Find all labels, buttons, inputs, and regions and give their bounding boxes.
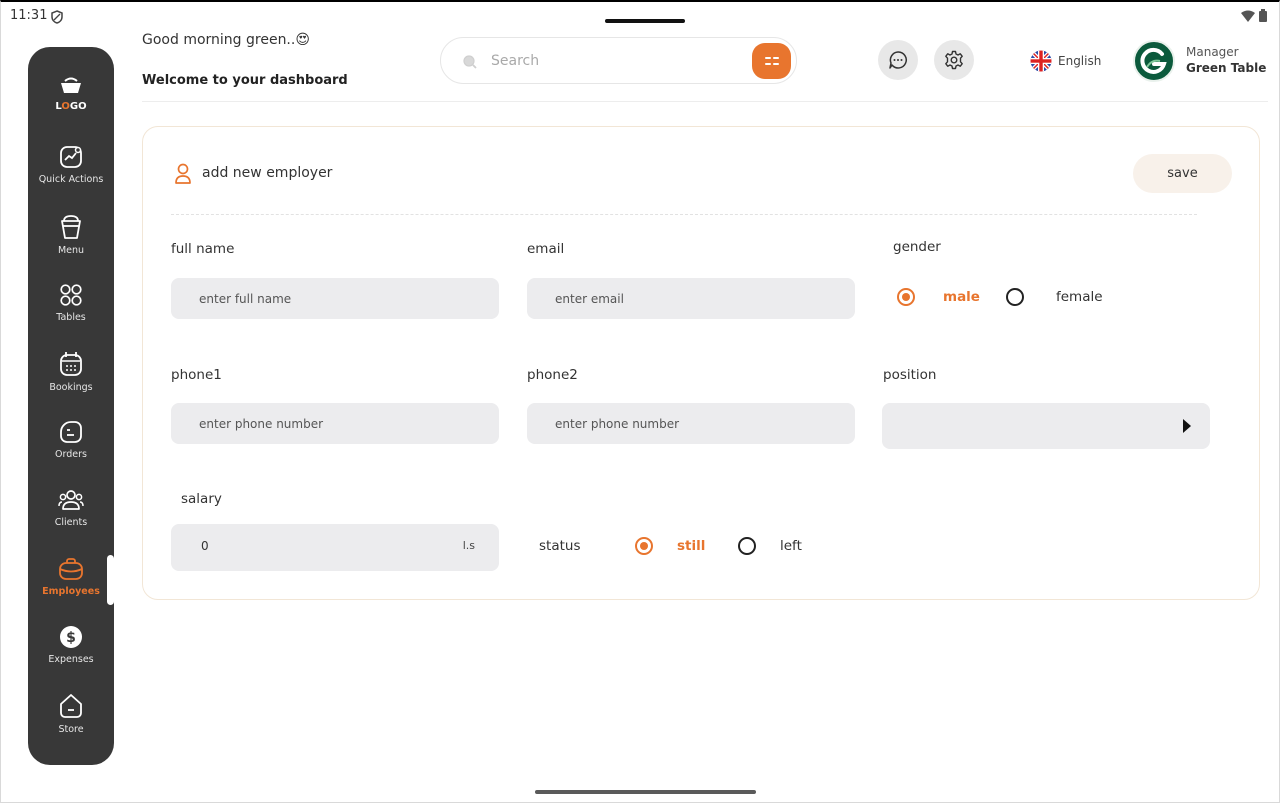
status-left-radio[interactable] [738,537,756,555]
gender-male-label: male [943,289,980,305]
gender-label: gender [893,239,941,255]
uk-flag-icon [1030,50,1052,72]
sidebar-item-store[interactable]: Store [28,693,114,735]
sidebar-item-label: Quick Actions [38,174,104,185]
salary-value: 0 [201,539,209,553]
brand-logo-icon [1140,47,1167,74]
chart-icon [60,146,82,168]
user-icon [175,163,191,184]
gender-male-radio[interactable] [897,288,915,306]
calendar-icon [60,352,82,376]
position-select[interactable] [882,403,1210,449]
status-label: status [539,538,581,554]
status-time: 11:31 [10,8,48,23]
logo-text: LOGO [55,101,87,112]
save-button[interactable]: save [1133,154,1232,193]
greeting-text: Good morning green..😍 [142,32,310,48]
search-bar [440,37,797,84]
header-divider [142,101,1268,102]
sidebar-item-tables[interactable]: Tables [28,283,114,323]
sidebar-item-label: Employees [42,586,100,597]
battery-icon [1259,9,1267,22]
status-bar: 11:31 [1,2,1280,32]
currency-unit: l.s [462,539,475,552]
salary-label: salary [181,491,222,507]
chevron-right-icon [1183,419,1191,433]
cup-logo-icon [61,77,81,93]
orders-icon [60,421,82,443]
store-icon [60,694,82,718]
shield-icon [51,9,63,28]
avatar[interactable] [1133,40,1175,82]
position-label: position [883,367,937,383]
sidebar-item-clients[interactable]: Clients [28,488,114,528]
svg-text:$: $ [66,630,76,646]
email-input[interactable] [527,278,855,319]
sidebar-item-label: Orders [55,449,87,460]
clients-icon [58,490,84,510]
messages-button[interactable] [878,40,918,80]
status-icons [1241,9,1267,22]
phone2-input[interactable] [527,403,855,444]
filter-button[interactable] [752,43,791,79]
active-indicator [107,555,114,605]
sidebar-item-quick-actions[interactable]: Quick Actions [28,145,114,185]
sidebar: LOGO Quick Actions Menu Tables Bookings … [28,47,114,765]
add-employee-card: add new employer save full name email ge… [142,126,1260,600]
filter-icon [764,57,779,65]
settings-button[interactable] [934,40,974,80]
user-role: Manager [1186,45,1239,59]
status-left-label: left [780,538,802,554]
language-label: English [1058,54,1102,68]
cup-icon [61,215,81,239]
briefcase-icon [59,558,83,580]
logo: LOGO [28,77,114,112]
gender-female-radio[interactable] [1006,288,1024,306]
salary-input[interactable]: 0 l.s [171,524,499,571]
phone2-label: phone2 [527,367,578,383]
phone1-input[interactable] [171,403,499,444]
sidebar-item-label: Store [58,724,84,735]
sidebar-item-label: Tables [56,312,86,323]
gear-icon [945,50,963,70]
divider [171,214,1197,215]
sidebar-item-label: Bookings [49,382,93,393]
sidebar-item-label: Menu [57,245,85,256]
sidebar-item-employees[interactable]: Employees [28,557,114,597]
sidebar-item-menu[interactable]: Menu [28,214,114,256]
chat-icon [889,51,907,69]
sidebar-item-expenses[interactable]: $ Expenses [28,625,114,665]
sidebar-item-orders[interactable]: Orders [28,420,114,460]
home-indicator [535,790,756,794]
grid-icon [60,284,82,306]
full-name-input[interactable] [171,278,499,319]
sidebar-item-label: Expenses [48,654,94,665]
sidebar-item-label: Clients [54,517,88,528]
full-name-label: full name [171,241,235,257]
phone1-label: phone1 [171,367,222,383]
gender-female-label: female [1056,289,1103,305]
top-handle [605,19,685,23]
wifi-icon [1241,10,1255,22]
status-still-radio[interactable] [635,537,653,555]
search-input[interactable] [491,50,741,72]
email-label: email [527,241,565,257]
status-still-label: still [677,538,706,554]
user-name: Green Table [1186,61,1267,75]
welcome-text: Welcome to your dashboard [142,73,348,88]
search-icon [463,55,477,69]
app-frame: 11:31 LOGO Quick Actions Menu Tables Boo… [0,0,1280,803]
card-title: add new employer [202,165,333,181]
sidebar-item-bookings[interactable]: Bookings [28,351,114,393]
language-selector[interactable]: English [1030,50,1101,72]
dollar-icon: $ [60,626,82,648]
